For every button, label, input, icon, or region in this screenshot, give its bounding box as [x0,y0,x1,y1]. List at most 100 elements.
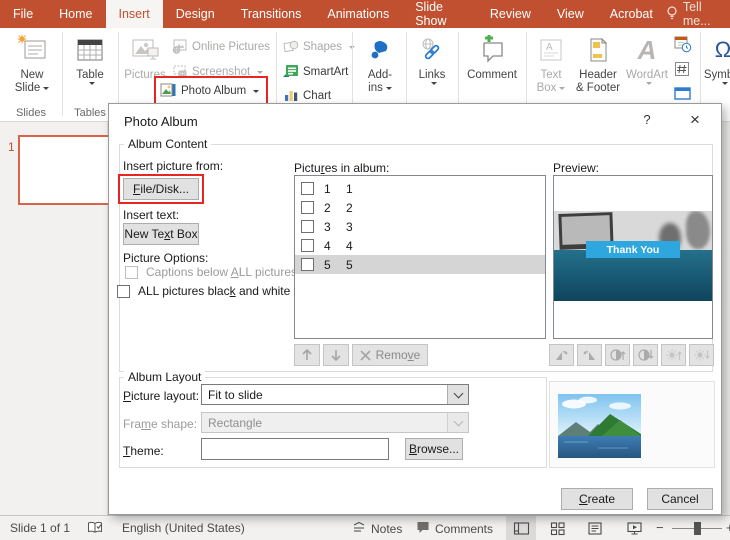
picture-layout-label: Picture layout: [123,389,200,403]
contrast-up-button [605,344,630,366]
black-white-checkbox-row[interactable]: ALL pictures black and white [117,284,290,298]
photo-album-button[interactable]: Photo Album [160,80,260,102]
comments-toggle[interactable]: Comments [416,520,493,537]
new-slide-button[interactable]: New Slide [4,31,60,107]
text-box-button: A Text Box [530,31,572,107]
tab-acrobat[interactable]: Acrobat [597,0,666,28]
brightness-down-button [689,344,714,366]
picture-checkbox[interactable] [301,220,314,233]
tab-transitions[interactable]: Transitions [228,0,315,28]
notes-toggle[interactable]: Notes [352,520,402,537]
slide-number-button[interactable] [674,59,696,81]
dropdown-caret [385,87,392,90]
pictures-listbox[interactable]: 11 22 33 44 55 [294,175,546,339]
picture-index: 5 [324,257,331,272]
picture-index: 2 [324,200,331,215]
picture-list-item[interactable]: 33 [295,217,545,236]
slide-number-icon [674,61,690,80]
table-button[interactable]: Table [66,31,114,107]
dropdown-caret [253,89,260,93]
comment-button[interactable]: Comment [462,31,522,107]
wordart-button: A WordArt [624,31,670,107]
tab-animations[interactable]: Animations [314,0,402,28]
theme-input[interactable] [201,438,389,460]
dropdown-caret [721,82,728,85]
shapes-label: Shapes [303,41,343,53]
picture-list-item[interactable]: 22 [295,198,545,217]
header-footer-label-1: Header [579,69,617,81]
picture-list-item[interactable]: 44 [295,236,545,255]
tab-insert[interactable]: Insert [105,0,163,28]
tab-view[interactable]: View [544,0,597,28]
comment-icon [477,31,507,69]
create-button[interactable]: Create [561,488,633,510]
picture-checkbox[interactable] [301,182,314,195]
table-label: Table [76,69,104,81]
picture-layout-value: Fit to slide [208,387,263,402]
screenshot-label: Screenshot [192,66,251,78]
theme-label: Theme: [123,444,164,458]
picture-list-item-selected[interactable]: 55 [295,255,545,274]
svg-text:A: A [546,42,553,53]
new-text-box-button[interactable]: New Text Box [123,223,199,245]
combo-arrow-button[interactable] [447,385,468,404]
language-indicator[interactable]: English (United States) [122,521,245,535]
dropdown-caret [559,87,566,90]
picture-index: 3 [324,219,331,234]
zoom-out-button[interactable]: − [656,520,664,535]
links-button[interactable]: Links [410,31,454,107]
thank-you-banner: Thank You [586,241,680,258]
picture-checkbox[interactable] [301,201,314,214]
add-ins-button[interactable]: Add- ins [356,31,404,107]
links-icon [419,31,445,69]
browse-button[interactable]: Browse... [405,438,463,460]
dialog-close-button[interactable]: × [679,108,711,132]
slide-sorter-view-button[interactable] [543,516,573,540]
online-pictures-icon [172,38,188,57]
dialog-help-button[interactable]: ? [633,112,661,132]
picture-list-item[interactable]: 11 [295,179,545,198]
picture-checkbox[interactable] [301,258,314,271]
picture-name: 2 [346,200,353,215]
dropdown-caret [257,70,264,74]
shapes-icon [283,38,299,57]
album-layout-group-label: Album Layout [124,370,206,384]
remove-x-icon [360,349,371,361]
tell-me-box[interactable]: Tell me... [666,0,730,28]
text-box-label-1: Text [540,69,562,81]
screenshot-icon [172,63,188,82]
picture-layout-select[interactable]: Fit to slide [201,384,469,405]
tab-design[interactable]: Design [163,0,228,28]
black-white-checkbox[interactable] [117,284,130,298]
new-slide-label-1: New [20,69,44,81]
tab-home[interactable]: Home [46,0,105,28]
normal-view-button[interactable] [506,516,536,540]
slide-show-view-button[interactable] [619,516,649,540]
symbol-omega-icon: Ω [714,37,730,62]
slide-thumbnail[interactable] [18,135,110,205]
group-label-slides: Slides [16,107,46,119]
add-ins-label-2: ins [368,82,383,94]
photo-album-dialog: Photo Album ? × Album Content Insert pic… [108,103,722,515]
comment-label: Comment [467,69,517,81]
chart-label: Chart [303,90,332,102]
cancel-button[interactable]: Cancel [647,488,713,510]
smartart-button[interactable]: SmartArt [283,61,348,83]
picture-name: 5 [346,257,353,272]
header-footer-icon [585,31,611,69]
header-footer-button[interactable]: Header & Footer [572,31,624,107]
wordart-label: WordArt [626,69,668,81]
picture-checkbox[interactable] [301,239,314,252]
spell-check-icon[interactable] [87,520,104,538]
zoom-in-button[interactable]: + [726,520,730,535]
file-disk-button[interactable]: File/Disk... [123,178,199,200]
tab-review[interactable]: Review [477,0,544,28]
zoom-slider-handle[interactable] [694,522,701,535]
reading-view-button[interactable] [580,516,610,540]
smartart-label: SmartArt [303,66,349,78]
dropdown-caret [645,82,652,85]
tab-file[interactable]: File [0,0,46,28]
symbol-button[interactable]: Ω Symbol [702,31,730,107]
date-time-button[interactable] [674,34,696,56]
tab-slide-show[interactable]: Slide Show [402,0,477,28]
